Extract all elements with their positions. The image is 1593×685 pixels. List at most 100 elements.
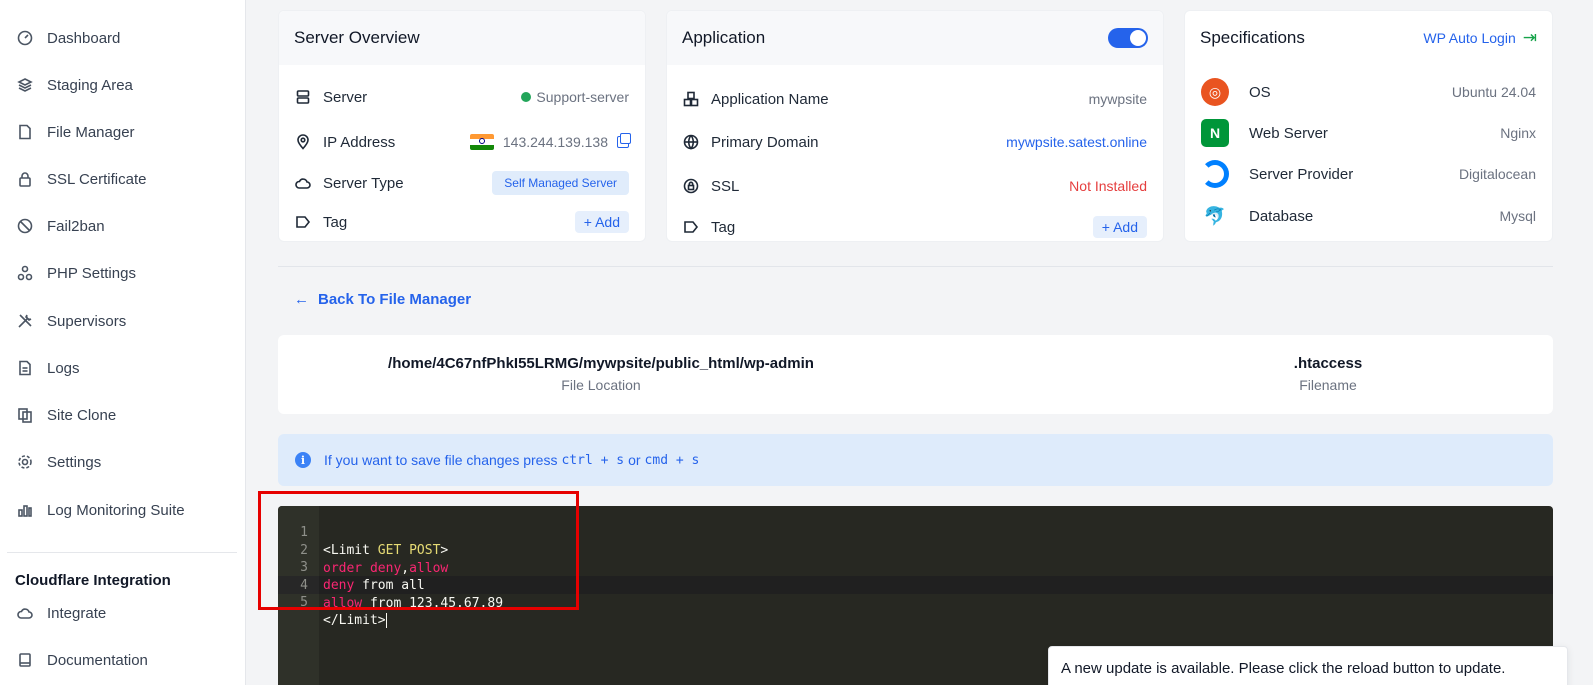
sidebar-item-label: Settings [47, 453, 102, 471]
sidebar-item-php-settings[interactable]: PHP Settings [16, 260, 236, 286]
gear-icon [16, 453, 34, 471]
sidebar-item-log-monitoring-suite[interactable]: Log Monitoring Suite [16, 497, 236, 523]
ban-icon [16, 217, 34, 235]
card-title: Server Overview [279, 11, 645, 65]
os-label: OS [1249, 83, 1271, 101]
code-token: </Limit> [323, 613, 386, 628]
domain-row: Primary Domain mywpsite.satest.online [683, 128, 1147, 156]
ip-label: IP Address [323, 133, 396, 151]
sidebar-item-label: Staging Area [47, 76, 133, 94]
provider-row: Server Provider Digitalocean [1201, 159, 1536, 189]
filename: .htaccess [1293, 355, 1363, 372]
sidebar-item-fail2ban[interactable]: Fail2ban [16, 213, 236, 239]
web-server-row: N Web Server Nginx [1201, 118, 1536, 148]
document-icon [16, 359, 34, 377]
globe-icon [683, 134, 703, 150]
tag-row: Tag + Add [295, 208, 629, 236]
sidebar-item-logs[interactable]: Logs [16, 355, 236, 381]
shortcut-ctrl-s: ctrl + s [561, 452, 625, 468]
alert-or: or [628, 452, 641, 468]
add-tag-button[interactable]: + Add [574, 211, 629, 233]
wp-auto-login-label: WP Auto Login [1423, 30, 1516, 46]
file-info-panel: /home/4C67nfPhkI55LRMG/mywpsite/public_h… [278, 335, 1553, 414]
layers-icon [16, 76, 34, 94]
sidebar-item-label: File Manager [47, 123, 135, 141]
server-type-row: Server Type Self Managed Server [295, 169, 629, 197]
provider-value: Digitalocean [1458, 166, 1536, 182]
sidebar-item-label: PHP Settings [47, 264, 136, 282]
application-toggle[interactable] [1108, 28, 1148, 48]
cloud-icon [295, 175, 315, 191]
ssl-row: SSL Not Installed [683, 172, 1147, 200]
sidebar-item-documentation[interactable]: Documentation [16, 647, 236, 673]
sidebar-item-label: Supervisors [47, 312, 127, 330]
sidebar-item-file-manager[interactable]: File Manager [16, 119, 236, 145]
toast-message: A new update is available. Please click … [1061, 660, 1506, 677]
cubes-icon [683, 91, 703, 107]
sidebar: Dashboard Staging Area File Manager SSL … [0, 0, 246, 685]
file-icon [16, 123, 34, 141]
text-cursor [385, 613, 387, 628]
sidebar-item-settings[interactable]: Settings [16, 449, 236, 475]
provider-label: Server Provider [1249, 165, 1354, 183]
app-tag-row: Tag + Add [683, 213, 1147, 241]
sidebar-item-label: Log Monitoring Suite [47, 501, 185, 519]
update-toast[interactable]: A new update is available. Please click … [1048, 646, 1568, 685]
card-header: Specifications WP Auto Login ⇥ [1185, 11, 1552, 65]
sidebar-item-label: Fail2ban [47, 217, 105, 235]
web-server-label: Web Server [1249, 124, 1328, 142]
sidebar-item-label: Documentation [47, 651, 148, 669]
server-type-badge: Self Managed Server [492, 171, 629, 195]
copy-icon[interactable] [617, 133, 631, 148]
database-label: Database [1249, 207, 1314, 225]
nginx-icon: N [1201, 119, 1229, 147]
nodes-icon [16, 264, 34, 282]
location-pin-icon [295, 134, 315, 150]
sidebar-divider [7, 552, 237, 553]
app-tag-label: Tag [711, 218, 736, 236]
server-label: Server [323, 88, 368, 106]
ubuntu-icon: ◎ [1201, 78, 1229, 106]
ssl-label: SSL [711, 177, 740, 195]
ip-row: IP Address 143.244.139.138 [295, 128, 631, 156]
application-card: Application Application Name mywpsite Pr… [666, 10, 1164, 242]
ssl-status: Not Installed [1069, 178, 1147, 194]
file-location: /home/4C67nfPhkI55LRMG/mywpsite/public_h… [388, 355, 814, 372]
book-icon [16, 651, 34, 669]
app-name-row: Application Name mywpsite [683, 85, 1147, 113]
sidebar-item-label: Logs [47, 359, 80, 377]
back-label: Back To File Manager [318, 291, 472, 308]
alert-prefix: If you want to save file changes press [324, 452, 558, 468]
back-to-file-manager-link[interactable]: ← Back To File Manager [294, 291, 471, 308]
database-row: 🐬 Database Mysql [1201, 201, 1536, 231]
sidebar-item-staging-area[interactable]: Staging Area [16, 72, 236, 98]
server-value: Support-server [536, 89, 629, 105]
divider [278, 266, 1553, 267]
os-value: Ubuntu 24.04 [1451, 84, 1536, 100]
primary-domain-link[interactable]: mywpsite.satest.online [1006, 134, 1147, 150]
app-name-value: mywpsite [1088, 91, 1147, 107]
wp-auto-login-link[interactable]: WP Auto Login ⇥ [1423, 28, 1537, 48]
server-icon [295, 89, 315, 105]
sidebar-item-dashboard[interactable]: Dashboard [16, 25, 236, 51]
sidebar-item-label: SSL Certificate [47, 170, 147, 188]
tag-icon [295, 214, 315, 230]
tag-label: Tag [323, 213, 348, 231]
status-dot [521, 92, 532, 102]
server-type-label: Server Type [323, 174, 404, 192]
filename-caption: Filename [1299, 377, 1357, 393]
file-location-caption: File Location [561, 377, 641, 393]
sidebar-item-integrate[interactable]: Integrate [16, 600, 236, 626]
card-header: Application [667, 11, 1163, 65]
digitalocean-icon [1201, 160, 1229, 188]
mysql-icon: 🐬 [1201, 202, 1229, 230]
tag-icon [683, 219, 703, 235]
sidebar-item-site-clone[interactable]: Site Clone [16, 402, 236, 428]
add-app-tag-button[interactable]: + Add [1092, 216, 1147, 238]
gauge-icon [16, 29, 34, 47]
sidebar-item-ssl-certificate[interactable]: SSL Certificate [16, 166, 236, 192]
info-icon: i [295, 452, 311, 468]
bar-chart-icon [16, 501, 34, 519]
sidebar-item-supervisors[interactable]: Supervisors [16, 308, 236, 334]
cloud-icon [16, 604, 34, 622]
